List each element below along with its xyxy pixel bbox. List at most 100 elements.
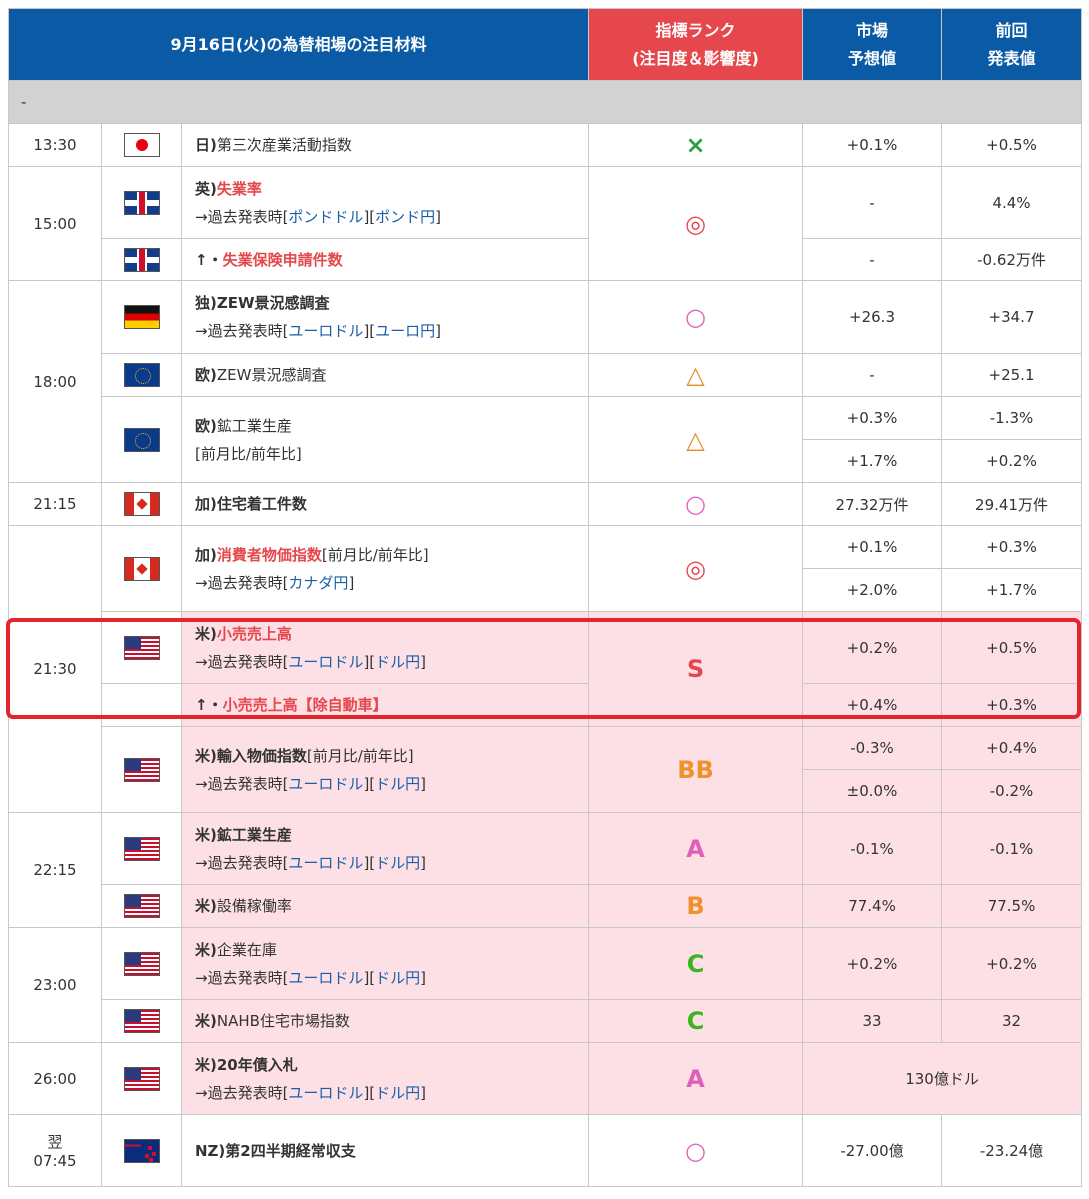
link-eurusd[interactable]: ユーロドル — [288, 322, 363, 340]
previous-value: -0.2% — [941, 769, 1083, 813]
forecast-value: 77.4% — [802, 884, 943, 928]
link-eurusd[interactable]: ユーロドル — [288, 653, 363, 671]
previous-value: +0.2% — [941, 439, 1083, 483]
country-prefix: 米) — [195, 746, 217, 765]
forecast-value: +2.0% — [802, 568, 943, 612]
bracket: ] — [348, 573, 355, 592]
previous-value: +0.5% — [941, 611, 1083, 684]
bracket: ] — [420, 652, 427, 671]
previous-value: +0.3% — [941, 683, 1083, 727]
header-forecast-line1: 市場 — [856, 20, 889, 40]
link-cadjpy[interactable]: カナダ円 — [288, 574, 348, 592]
forecast-value: +26.3 — [802, 280, 943, 354]
forecast-value: +1.7% — [802, 439, 943, 483]
indicator-name: 20年債入札 — [216, 1055, 298, 1074]
up-arrow-prefix: ↑・ — [195, 250, 223, 269]
previous-value: 29.41万件 — [941, 482, 1083, 526]
country-prefix: 米) — [195, 825, 217, 844]
bracket: ] — [435, 207, 442, 226]
forecast-value: +0.2% — [802, 927, 943, 1000]
past-label: →過去発表時[ — [195, 968, 289, 987]
rank-mark: ◎ — [588, 166, 804, 281]
link-eurusd[interactable]: ユーロドル — [288, 1084, 363, 1102]
past-label: →過去発表時[ — [195, 322, 289, 340]
header-forecast-line2: 予想値 — [848, 48, 897, 68]
past-label: →過去発表時[ — [195, 207, 289, 226]
past-label: →過去発表時[ — [195, 774, 289, 793]
us-flag-icon — [123, 951, 160, 976]
previous-value: -0.1% — [941, 812, 1083, 885]
japan-flag-icon — [123, 133, 160, 157]
rank-mark: △ — [588, 396, 804, 483]
header-rank: 指標ランク (注目度＆影響度) — [588, 8, 804, 81]
economic-calendar-table: 9月16日(火)の為替相場の注目材料 指標ランク (注目度＆影響度) 市場 予想… — [7, 8, 1083, 1187]
country-prefix: 米) — [195, 1055, 217, 1074]
link-eurjpy[interactable]: ユーロ円 — [375, 322, 435, 340]
link-gbpjpy[interactable]: ポンド円 — [375, 208, 435, 226]
country-prefix: 独) — [195, 294, 217, 312]
previous-value: -1.3% — [941, 396, 1083, 440]
table-row: 21:30 加)消費者物価指数[前月比/前年比] →過去発表時[カナダ円] ◎ … — [8, 525, 1083, 813]
previous-value: +0.3% — [941, 525, 1083, 569]
forecast-value: +0.2% — [802, 611, 943, 684]
bracket: ] — [420, 968, 427, 987]
country-prefix: NZ) — [195, 1141, 226, 1160]
indicator-name: 消費者物価指数 — [216, 545, 322, 564]
table-row: 21:15 加)住宅着工件数 ○ 27.32万件 29.41万件 — [8, 482, 1083, 526]
time-line1: 翌 — [47, 1133, 63, 1151]
rank-mark: C — [588, 999, 804, 1043]
forecast-value: +0.3% — [802, 396, 943, 440]
previous-value: 32 — [941, 999, 1083, 1043]
forecast-value: -0.3% — [802, 726, 943, 770]
country-prefix: 加) — [195, 545, 217, 564]
indicator-name: NAHB住宅市場指数 — [216, 1012, 350, 1030]
country-prefix: 米) — [195, 1012, 217, 1030]
uk-flag-icon — [123, 190, 160, 215]
link-eurusd[interactable]: ユーロドル — [288, 969, 363, 987]
us-flag-icon — [123, 894, 160, 918]
forecast-value: ±0.0% — [802, 769, 943, 813]
previous-value: +25.1 — [941, 353, 1083, 397]
indicator-name: 輸入物価指数 — [216, 746, 307, 765]
rank-mark: C — [588, 927, 804, 1000]
previous-value: +0.4% — [941, 726, 1083, 770]
forecast-value: - — [802, 166, 943, 239]
rank-mark: △ — [588, 353, 804, 397]
canada-flag-icon — [123, 492, 160, 516]
header-forecast: 市場 予想値 — [802, 8, 943, 81]
past-label: →過去発表時[ — [195, 1083, 289, 1102]
time-cell: 21:30 — [8, 525, 102, 813]
country-prefix: 米) — [195, 897, 217, 915]
link-eurusd[interactable]: ユーロドル — [288, 775, 363, 793]
indicator-name: 設備稼働率 — [216, 897, 292, 915]
link-usdjpy[interactable]: ドル円 — [375, 969, 420, 987]
indicator-name: ZEW景況感調査 — [216, 366, 327, 384]
past-label: →過去発表時[ — [195, 652, 289, 671]
table-row: 欧)ZEW景況感調査 △ - +25.1 — [9, 353, 1083, 397]
indicator-name: 第三次産業活動指数 — [216, 136, 352, 154]
link-usdjpy[interactable]: ドル円 — [375, 854, 420, 872]
table-row: 15:00 英)失業率 →過去発表時[ポンドドル][ポンド円] ◎ - 4.4% — [8, 166, 1083, 281]
time-line2: 07:45 — [33, 1152, 77, 1170]
bracket: ][ — [363, 1083, 376, 1102]
indicator-name: 企業在庫 — [216, 940, 277, 959]
indicator-name: 小売売上高 — [216, 624, 292, 643]
indicator-name: 鉱工業生産 — [216, 825, 292, 844]
link-eurusd[interactable]: ユーロドル — [288, 854, 363, 872]
link-usdjpy[interactable]: ドル円 — [375, 653, 420, 671]
rank-mark: BB — [588, 726, 804, 813]
previous-value: 77.5% — [941, 884, 1083, 928]
link-usdjpy[interactable]: ドル円 — [375, 775, 420, 793]
link-usdjpy[interactable]: ドル円 — [375, 1084, 420, 1102]
forecast-value: +0.1% — [802, 525, 943, 569]
header-rank-line1: 指標ランク — [655, 20, 736, 40]
forecast-value: - — [802, 353, 943, 397]
table-row: 米)設備稼働率 B 77.4% 77.5% — [9, 884, 1083, 928]
header-row: 9月16日(火)の為替相場の注目材料 指標ランク (注目度＆影響度) 市場 予想… — [7, 8, 1083, 81]
table-row: 米)NAHB住宅市場指数 C 33 32 — [9, 999, 1083, 1043]
past-label: →過去発表時[ — [195, 853, 289, 872]
bracket: ][ — [363, 207, 376, 226]
link-gbpusd[interactable]: ポンドドル — [288, 208, 363, 226]
indicator-sub: [前月比/前年比] — [195, 444, 302, 463]
germany-flag-icon — [123, 305, 160, 329]
